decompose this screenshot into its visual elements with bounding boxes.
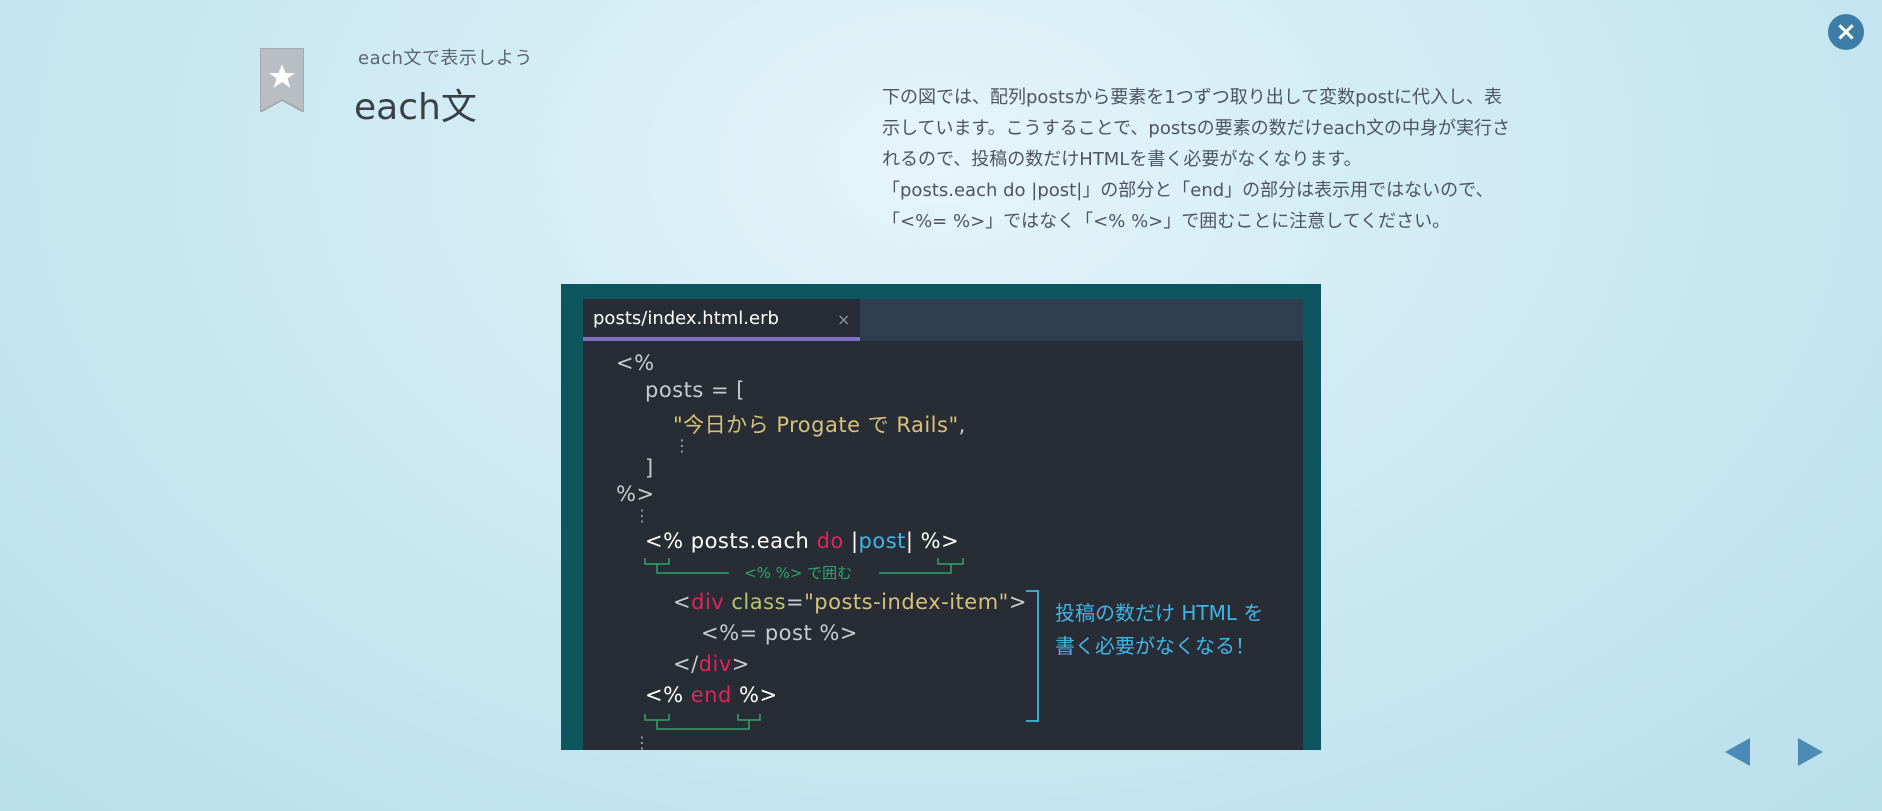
description-line: 下の図では、配列postsから要素を1つずつ取り出して変数postに代入し、表 (882, 87, 1503, 108)
code-end-line: <% end %> (645, 683, 778, 707)
close-icon: × (1835, 17, 1857, 47)
div-eq: = (786, 590, 805, 614)
div-attr-name: class (731, 590, 787, 614)
wrap-annotation: <% %> で囲む (744, 564, 853, 582)
code-figure: posts/index.html.erb × <% posts = [ "今日か… (561, 284, 1321, 750)
end-keyword: end (690, 683, 732, 707)
tab-close-icon[interactable]: × (837, 310, 850, 329)
code-div-close: </div> (673, 652, 750, 676)
description-line: 示しています。こうすることで、postsの要素の数だけeach文の中身が実行さ (882, 118, 1511, 139)
page-title: each文 (354, 87, 477, 128)
div-close-tag-name: div (698, 652, 732, 676)
div-lt: < (673, 590, 692, 614)
code-editor: posts/index.html.erb × <% posts = [ "今日か… (583, 299, 1303, 750)
lesson-subtitle: each文で表示しよう (358, 48, 533, 69)
next-arrow-icon (1798, 738, 1823, 766)
code-div-open: <div class="posts-index-item"> (673, 590, 1027, 614)
div-close-lt: </ (673, 652, 699, 676)
description-text: 下の図では、配列postsから要素を1つずつ取り出して変数postに代入し、表 … (882, 82, 1602, 237)
erb-end-open: <% (645, 683, 684, 707)
div-gt: > (1008, 590, 1027, 614)
close-button[interactable]: × (1828, 14, 1864, 50)
file-tab-label: posts/index.html.erb (593, 308, 779, 329)
description-line: 「<%= %>」ではなく「<% %>」で囲むことに注意してください。 (882, 211, 1451, 232)
html-annotation: 投稿の数だけ HTML を 書く必要がなくなる！ (1055, 597, 1263, 663)
html-annotation-line: 書く必要がなくなる！ (1055, 634, 1255, 658)
prev-button[interactable] (1722, 735, 1754, 769)
div-tag-name: div (691, 590, 725, 614)
file-tab[interactable]: posts/index.html.erb × (583, 299, 860, 341)
div-close-gt: > (731, 652, 750, 676)
erb-end-close: %> (739, 683, 778, 707)
code-area: <% posts = [ "今日から Progate で Rails", ⋮ ]… (583, 341, 1303, 750)
prev-arrow-icon (1725, 738, 1750, 766)
code-post-output: <%= post %> (701, 621, 858, 645)
div-attr-value: "posts-index-item" (804, 590, 1009, 614)
description-line: れるので、投稿の数だけHTMLを書く必要がなくなります。 (882, 149, 1362, 170)
bookmark-star-icon[interactable] (259, 47, 305, 114)
description-line: 「posts.each do |post|」の部分と「end」の部分は表示用では… (882, 180, 1494, 201)
ellipsis-icon: ⋮ (634, 733, 650, 751)
html-annotation-line: 投稿の数だけ HTML を (1055, 601, 1264, 625)
next-button[interactable] (1794, 735, 1826, 769)
editor-tabbar: posts/index.html.erb × (583, 299, 1303, 341)
